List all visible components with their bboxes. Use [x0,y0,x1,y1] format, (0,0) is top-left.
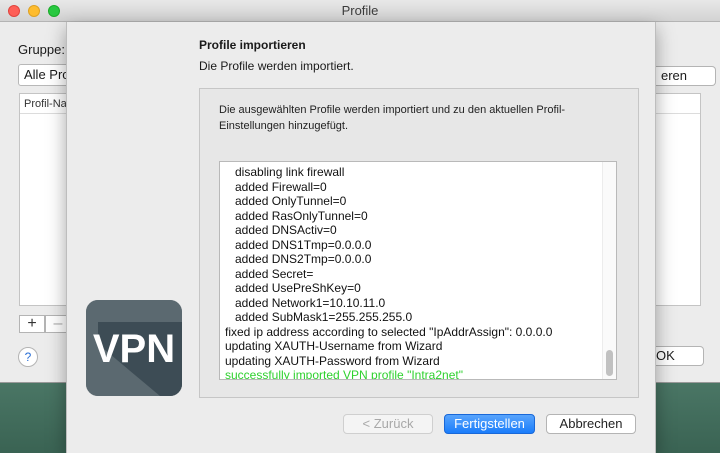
sheet-subtitle: Die Profile werden importiert. [199,59,354,73]
window-title: Profile [341,3,379,18]
log-line: added DNS2Tmp=0.0.0.0 [225,252,372,266]
sheet-title: Profile importieren [199,38,306,52]
finish-button[interactable]: Fertigstellen [444,414,535,434]
ok-button[interactable]: OK [656,346,704,366]
log-line: added Network1=10.10.11.0 [225,295,386,310]
import-profiles-sheet: Profile importieren Die Profile werden i… [66,22,656,453]
maximize-window-icon[interactable] [48,5,60,17]
window-titlebar[interactable]: Profile [0,0,720,22]
log-line: disabling link firewall [225,165,345,179]
log-line: updating XAUTH-Username from Wizard [225,339,443,353]
details-panel-header [656,94,700,114]
add-profile-button[interactable]: + [19,315,45,333]
log-line: added SubMask1=255.255.255.0 [225,310,413,324]
close-window-icon[interactable] [8,5,20,17]
log-line: fixed ip address according to selected "… [225,324,553,339]
log-line: added DNSActiv=0 [225,223,337,237]
log-line: added RasOnlyTunnel=0 [225,208,368,223]
log-scrollbar-thumb[interactable] [606,350,613,376]
help-button[interactable]: ? [18,347,38,367]
log-line: added UsePreShKey=0 [225,281,361,295]
log-line: added Secret= [225,266,314,281]
right-action-button[interactable]: eren [656,66,716,86]
log-line: successfully imported VPN profile "Intra… [225,368,463,380]
log-line: updating XAUTH-Password from Wizard [225,353,440,368]
profile-list[interactable]: Profil-Na [19,93,69,306]
log-scrollbar[interactable] [602,162,616,379]
cancel-button[interactable]: Abbrechen [546,414,636,434]
log-line: added Firewall=0 [225,179,327,194]
minimize-window-icon[interactable] [28,5,40,17]
vpn-logo-text: VPN [93,327,175,371]
import-info-text: Die ausgewählten Profile werden importie… [219,104,566,132]
profile-details-panel [656,93,701,306]
import-log-lines: disabling link firewall added Firewall=0… [225,165,602,380]
import-log[interactable]: disabling link firewall added Firewall=0… [219,161,617,380]
log-line: added OnlyTunnel=0 [225,194,347,208]
vpn-logo: VPN [86,300,182,396]
back-button[interactable]: < Zurück [343,414,433,434]
log-line: added DNS1Tmp=0.0.0.0 [225,237,372,252]
group-label: Gruppe: [18,42,65,57]
profile-list-header[interactable]: Profil-Na [20,94,68,114]
